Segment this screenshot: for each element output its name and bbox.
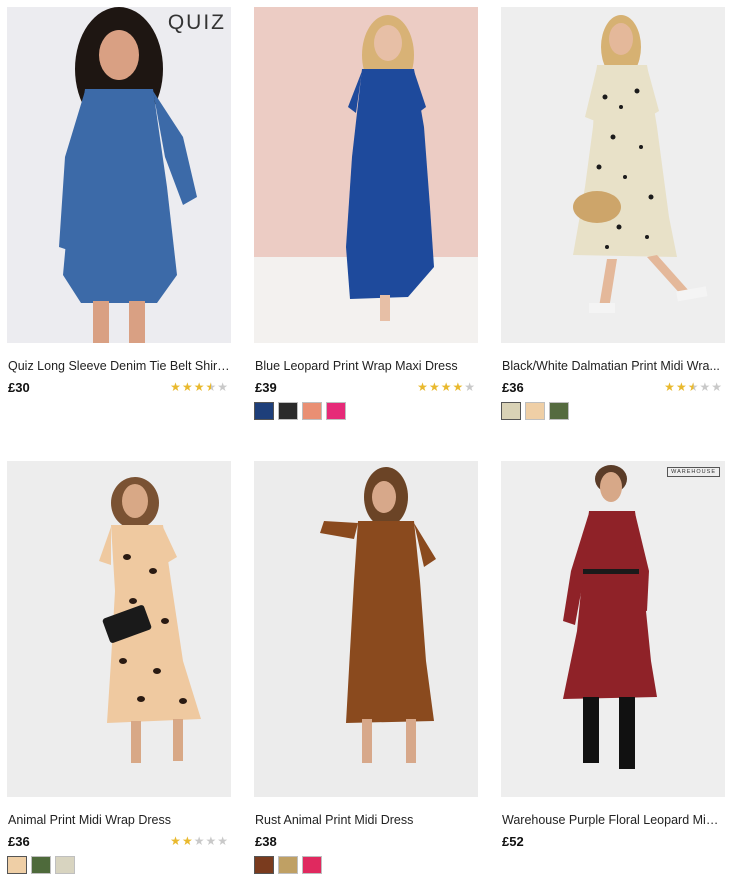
color-swatch[interactable] bbox=[278, 402, 298, 420]
star-empty-icon: ★ bbox=[699, 380, 712, 394]
star-full-icon: ★ bbox=[452, 380, 465, 394]
star-full-icon: ★ bbox=[428, 380, 441, 394]
product-price: £38 bbox=[255, 834, 277, 849]
color-swatch[interactable] bbox=[326, 402, 346, 420]
product-image[interactable]: QUIZ bbox=[7, 7, 231, 343]
star-empty-icon: ★ bbox=[193, 834, 206, 848]
product-title[interactable]: Warehouse Purple Floral Leopard Midi ... bbox=[502, 813, 724, 827]
star-full-icon: ★ bbox=[170, 380, 182, 394]
color-swatch[interactable] bbox=[31, 856, 51, 874]
star-full-icon: ★ bbox=[181, 380, 194, 394]
product-image[interactable] bbox=[254, 461, 478, 797]
star-empty-icon: ★ bbox=[205, 834, 218, 848]
color-swatch[interactable] bbox=[254, 402, 274, 420]
dress-photo-illustration bbox=[254, 7, 478, 343]
product-title[interactable]: Blue Leopard Print Wrap Maxi Dress bbox=[255, 359, 477, 373]
product-title[interactable]: Quiz Long Sleeve Denim Tie Belt Shirt ..… bbox=[8, 359, 230, 373]
star-half-icon: ★ bbox=[687, 380, 700, 394]
star-full-icon: ★ bbox=[675, 380, 688, 394]
product-price: £36 bbox=[8, 834, 30, 849]
product-image[interactable] bbox=[7, 461, 231, 797]
color-swatches bbox=[7, 856, 75, 874]
star-empty-icon: ★ bbox=[217, 834, 229, 848]
rating-stars: ★★★★★ bbox=[170, 835, 229, 847]
color-swatch[interactable] bbox=[549, 402, 569, 420]
star-empty-icon: ★ bbox=[711, 380, 723, 394]
rating-stars: ★★★★★ bbox=[170, 381, 229, 393]
star-full-icon: ★ bbox=[664, 380, 676, 394]
product-title[interactable]: Black/White Dalmatian Print Midi Wra... bbox=[502, 359, 724, 373]
color-swatch[interactable] bbox=[302, 856, 322, 874]
product-image[interactable] bbox=[501, 7, 725, 343]
color-swatch[interactable] bbox=[7, 856, 27, 874]
product-image[interactable]: WAREHOUSE bbox=[501, 461, 725, 797]
dress-photo-illustration bbox=[7, 461, 231, 797]
color-swatch[interactable] bbox=[254, 856, 274, 874]
star-half-icon: ★ bbox=[205, 380, 218, 394]
star-full-icon: ★ bbox=[440, 380, 453, 394]
product-price: £52 bbox=[502, 834, 524, 849]
product-price: £30 bbox=[8, 380, 30, 395]
rating-stars: ★★★★★ bbox=[664, 381, 723, 393]
brand-logo: QUIZ bbox=[167, 11, 226, 34]
star-full-icon: ★ bbox=[181, 834, 194, 848]
dress-photo-illustration bbox=[501, 461, 725, 797]
color-swatch[interactable] bbox=[501, 402, 521, 420]
product-image[interactable] bbox=[254, 7, 478, 343]
dress-photo-illustration bbox=[254, 461, 478, 797]
color-swatch[interactable] bbox=[525, 402, 545, 420]
product-price: £39 bbox=[255, 380, 277, 395]
color-swatch[interactable] bbox=[278, 856, 298, 874]
brand-logo: WAREHOUSE bbox=[667, 467, 720, 477]
color-swatches bbox=[501, 402, 569, 420]
dress-photo-illustration bbox=[7, 7, 231, 343]
star-full-icon: ★ bbox=[193, 380, 206, 394]
star-full-icon: ★ bbox=[417, 380, 429, 394]
product-title[interactable]: Rust Animal Print Midi Dress bbox=[255, 813, 477, 827]
star-empty-icon: ★ bbox=[217, 380, 229, 394]
color-swatches bbox=[254, 856, 322, 874]
rating-stars: ★★★★★ bbox=[417, 381, 476, 393]
product-title[interactable]: Animal Print Midi Wrap Dress bbox=[8, 813, 230, 827]
color-swatch[interactable] bbox=[302, 402, 322, 420]
color-swatches bbox=[254, 402, 346, 420]
dress-photo-illustration bbox=[501, 7, 725, 343]
color-swatch[interactable] bbox=[55, 856, 75, 874]
star-full-icon: ★ bbox=[170, 834, 182, 848]
product-price: £36 bbox=[502, 380, 524, 395]
star-empty-icon: ★ bbox=[464, 380, 476, 394]
